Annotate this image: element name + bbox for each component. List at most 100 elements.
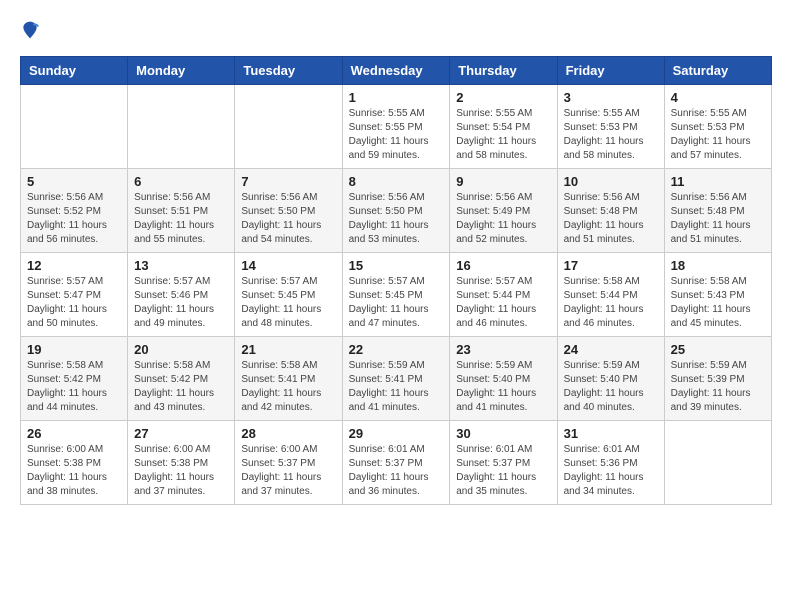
- day-info: Sunrise: 5:56 AM Sunset: 5:51 PM Dayligh…: [134, 191, 228, 247]
- calendar-cell: 19 Sunrise: 5:58 AM Sunset: 5:42 PM Dayli…: [21, 337, 128, 421]
- calendar-cell: 17Sunrise: 5:58 AM Sunset: 5:44 PM Dayli…: [557, 253, 664, 337]
- day-number: 25: [671, 342, 765, 357]
- day-info: Sunrise: 6:01 AM Sunset: 5:37 PM Dayligh…: [349, 443, 444, 499]
- day-info: Sunrise: 5:56 AM Sunset: 5:50 PM Dayligh…: [349, 191, 444, 247]
- header-sunday: Sunday: [21, 57, 128, 85]
- calendar-cell: 6 Sunrise: 5:56 AM Sunset: 5:51 PM Daylig…: [128, 169, 235, 253]
- day-info: Sunrise: 6:00 AM Sunset: 5:38 PM Dayligh…: [27, 443, 121, 499]
- day-number: 13: [134, 258, 228, 273]
- week-row-0: 1 Sunrise: 5:55 AM Sunset: 5:55 PM Daylig…: [21, 85, 772, 169]
- day-number: 9: [456, 174, 550, 189]
- calendar-cell: 11Sunrise: 5:56 AM Sunset: 5:48 PM Dayli…: [664, 169, 771, 253]
- day-number: 24: [564, 342, 658, 357]
- day-info: Sunrise: 5:57 AM Sunset: 5:44 PM Dayligh…: [456, 275, 550, 331]
- day-info: Sunrise: 6:00 AM Sunset: 5:37 PM Dayligh…: [241, 443, 335, 499]
- day-info: Sunrise: 6:01 AM Sunset: 5:37 PM Dayligh…: [456, 443, 550, 499]
- calendar-cell: 23 Sunrise: 5:59 AM Sunset: 5:40 PM Dayli…: [450, 337, 557, 421]
- calendar-cell: 14 Sunrise: 5:57 AM Sunset: 5:45 PM Dayli…: [235, 253, 342, 337]
- logo-icon: [20, 20, 40, 40]
- logo: [20, 20, 44, 40]
- calendar-cell: 4 Sunrise: 5:55 AM Sunset: 5:53 PM Daylig…: [664, 85, 771, 169]
- header-monday: Monday: [128, 57, 235, 85]
- day-number: 5: [27, 174, 121, 189]
- calendar-cell: 18 Sunrise: 5:58 AM Sunset: 5:43 PM Dayli…: [664, 253, 771, 337]
- calendar-cell: 2 Sunrise: 5:55 AM Sunset: 5:54 PM Daylig…: [450, 85, 557, 169]
- calendar-cell: 30Sunrise: 6:01 AM Sunset: 5:37 PM Dayli…: [450, 421, 557, 505]
- day-number: 20: [134, 342, 228, 357]
- calendar-cell: 1 Sunrise: 5:55 AM Sunset: 5:55 PM Daylig…: [342, 85, 450, 169]
- header-tuesday: Tuesday: [235, 57, 342, 85]
- day-number: 15: [349, 258, 444, 273]
- day-number: 11: [671, 174, 765, 189]
- day-info: Sunrise: 5:59 AM Sunset: 5:41 PM Dayligh…: [349, 359, 444, 415]
- calendar-cell: 16 Sunrise: 5:57 AM Sunset: 5:44 PM Dayli…: [450, 253, 557, 337]
- day-number: 16: [456, 258, 550, 273]
- day-info: Sunrise: 5:58 AM Sunset: 5:42 PM Dayligh…: [27, 359, 121, 415]
- calendar-cell: 27 Sunrise: 6:00 AM Sunset: 5:38 PM Dayli…: [128, 421, 235, 505]
- calendar-cell: 26 Sunrise: 6:00 AM Sunset: 5:38 PM Dayli…: [21, 421, 128, 505]
- day-number: 8: [349, 174, 444, 189]
- day-number: 6: [134, 174, 228, 189]
- day-number: 7: [241, 174, 335, 189]
- day-info: Sunrise: 5:58 AM Sunset: 5:42 PM Dayligh…: [134, 359, 228, 415]
- calendar-cell: 9 Sunrise: 5:56 AM Sunset: 5:49 PM Daylig…: [450, 169, 557, 253]
- day-info: Sunrise: 5:59 AM Sunset: 5:40 PM Dayligh…: [456, 359, 550, 415]
- calendar-table: SundayMondayTuesdayWednesdayThursdayFrid…: [20, 56, 772, 505]
- day-info: Sunrise: 5:55 AM Sunset: 5:53 PM Dayligh…: [671, 107, 765, 163]
- day-number: 27: [134, 426, 228, 441]
- calendar-cell: 24Sunrise: 5:59 AM Sunset: 5:40 PM Dayli…: [557, 337, 664, 421]
- calendar-cell: 3 Sunrise: 5:55 AM Sunset: 5:53 PM Daylig…: [557, 85, 664, 169]
- calendar-cell: 25 Sunrise: 5:59 AM Sunset: 5:39 PM Dayli…: [664, 337, 771, 421]
- header-friday: Friday: [557, 57, 664, 85]
- header-saturday: Saturday: [664, 57, 771, 85]
- calendar-cell: 10Sunrise: 5:56 AM Sunset: 5:48 PM Dayli…: [557, 169, 664, 253]
- day-info: Sunrise: 5:58 AM Sunset: 5:43 PM Dayligh…: [671, 275, 765, 331]
- day-info: Sunrise: 5:57 AM Sunset: 5:46 PM Dayligh…: [134, 275, 228, 331]
- day-info: Sunrise: 6:01 AM Sunset: 5:36 PM Dayligh…: [564, 443, 658, 499]
- day-number: 26: [27, 426, 121, 441]
- day-info: Sunrise: 5:56 AM Sunset: 5:49 PM Dayligh…: [456, 191, 550, 247]
- day-info: Sunrise: 5:56 AM Sunset: 5:50 PM Dayligh…: [241, 191, 335, 247]
- calendar-cell: 15 Sunrise: 5:57 AM Sunset: 5:45 PM Dayli…: [342, 253, 450, 337]
- day-info: Sunrise: 5:57 AM Sunset: 5:47 PM Dayligh…: [27, 275, 121, 331]
- day-number: 12: [27, 258, 121, 273]
- day-info: Sunrise: 5:56 AM Sunset: 5:52 PM Dayligh…: [27, 191, 121, 247]
- calendar-cell: 5 Sunrise: 5:56 AM Sunset: 5:52 PM Daylig…: [21, 169, 128, 253]
- header-wednesday: Wednesday: [342, 57, 450, 85]
- calendar-header-row: SundayMondayTuesdayWednesdayThursdayFrid…: [21, 57, 772, 85]
- day-number: 19: [27, 342, 121, 357]
- day-number: 28: [241, 426, 335, 441]
- day-number: 14: [241, 258, 335, 273]
- day-number: 31: [564, 426, 658, 441]
- calendar-cell: [128, 85, 235, 169]
- calendar-cell: 21Sunrise: 5:58 AM Sunset: 5:41 PM Dayli…: [235, 337, 342, 421]
- calendar-cell: [21, 85, 128, 169]
- day-number: 29: [349, 426, 444, 441]
- day-info: Sunrise: 5:55 AM Sunset: 5:53 PM Dayligh…: [564, 107, 658, 163]
- day-number: 4: [671, 90, 765, 105]
- week-row-1: 5 Sunrise: 5:56 AM Sunset: 5:52 PM Daylig…: [21, 169, 772, 253]
- day-number: 3: [564, 90, 658, 105]
- calendar-cell: 29 Sunrise: 6:01 AM Sunset: 5:37 PM Dayli…: [342, 421, 450, 505]
- day-number: 1: [349, 90, 444, 105]
- day-number: 18: [671, 258, 765, 273]
- calendar-cell: 20 Sunrise: 5:58 AM Sunset: 5:42 PM Dayli…: [128, 337, 235, 421]
- day-info: Sunrise: 6:00 AM Sunset: 5:38 PM Dayligh…: [134, 443, 228, 499]
- week-row-3: 19 Sunrise: 5:58 AM Sunset: 5:42 PM Dayli…: [21, 337, 772, 421]
- calendar-cell: 28 Sunrise: 6:00 AM Sunset: 5:37 PM Dayli…: [235, 421, 342, 505]
- calendar-cell: 13 Sunrise: 5:57 AM Sunset: 5:46 PM Dayli…: [128, 253, 235, 337]
- day-number: 21: [241, 342, 335, 357]
- day-number: 2: [456, 90, 550, 105]
- day-info: Sunrise: 5:56 AM Sunset: 5:48 PM Dayligh…: [564, 191, 658, 247]
- day-info: Sunrise: 5:55 AM Sunset: 5:55 PM Dayligh…: [349, 107, 444, 163]
- day-info: Sunrise: 5:55 AM Sunset: 5:54 PM Dayligh…: [456, 107, 550, 163]
- day-info: Sunrise: 5:57 AM Sunset: 5:45 PM Dayligh…: [241, 275, 335, 331]
- day-info: Sunrise: 5:59 AM Sunset: 5:39 PM Dayligh…: [671, 359, 765, 415]
- day-number: 23: [456, 342, 550, 357]
- day-info: Sunrise: 5:57 AM Sunset: 5:45 PM Dayligh…: [349, 275, 444, 331]
- day-number: 22: [349, 342, 444, 357]
- calendar-cell: 8 Sunrise: 5:56 AM Sunset: 5:50 PM Daylig…: [342, 169, 450, 253]
- week-row-4: 26 Sunrise: 6:00 AM Sunset: 5:38 PM Dayli…: [21, 421, 772, 505]
- week-row-2: 12 Sunrise: 5:57 AM Sunset: 5:47 PM Dayli…: [21, 253, 772, 337]
- day-info: Sunrise: 5:58 AM Sunset: 5:44 PM Dayligh…: [564, 275, 658, 331]
